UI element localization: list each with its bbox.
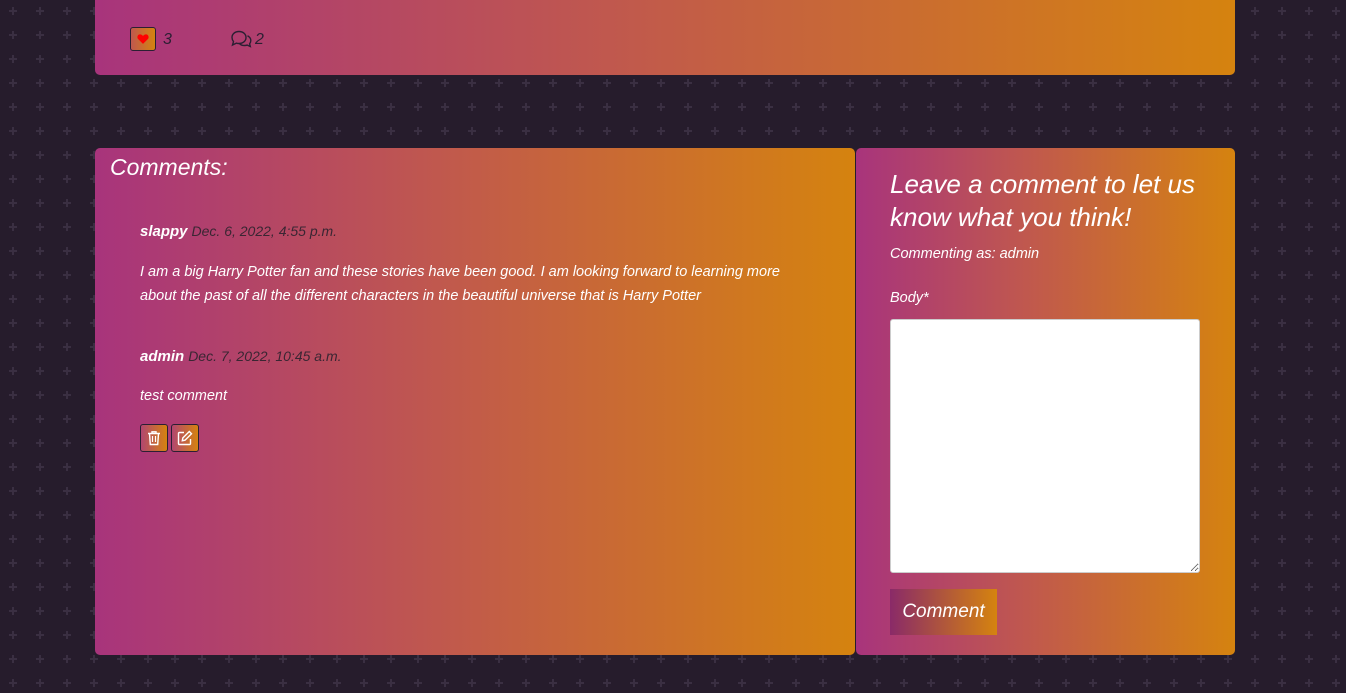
comment-date: Dec. 6, 2022, 4:55 p.m. — [191, 223, 338, 239]
comment-meta: slappy Dec. 6, 2022, 4:55 p.m. — [140, 223, 337, 240]
comment-body: test comment — [140, 388, 228, 404]
comments-panel: Comments: slappy Dec. 6, 2022, 4:55 p.m. … — [95, 148, 855, 655]
edit-icon — [177, 430, 193, 446]
like-button[interactable] — [130, 27, 156, 51]
comment-count: 2 — [255, 31, 264, 48]
body-label: Body* — [890, 290, 929, 306]
comment-body: I am a big Harry Potter fan and these st… — [140, 264, 780, 304]
comment-form-panel: Leave a comment to let us know what you … — [856, 148, 1235, 655]
comment-author: admin — [140, 348, 185, 365]
form-heading: Leave a comment to let us know what you … — [890, 169, 1195, 232]
comment-meta: admin Dec. 7, 2022, 10:45 a.m. — [140, 348, 342, 365]
edit-comment-button[interactable] — [171, 424, 199, 452]
commenting-as-text: Commenting as: admin — [890, 246, 1040, 262]
like-count: 3 — [163, 31, 172, 48]
comment-date: Dec. 7, 2022, 10:45 a.m. — [188, 348, 342, 364]
heart-icon — [137, 34, 149, 44]
speech-bubbles-icon — [231, 30, 252, 48]
submit-comment-button[interactable]: Comment — [890, 589, 997, 635]
comment-body-input[interactable] — [890, 319, 1200, 573]
trash-icon — [148, 431, 160, 446]
delete-comment-button[interactable] — [140, 424, 168, 452]
comment-author: slappy — [140, 223, 188, 240]
comments-heading: Comments: — [110, 154, 228, 180]
post-card: 3 2 — [95, 0, 1235, 75]
